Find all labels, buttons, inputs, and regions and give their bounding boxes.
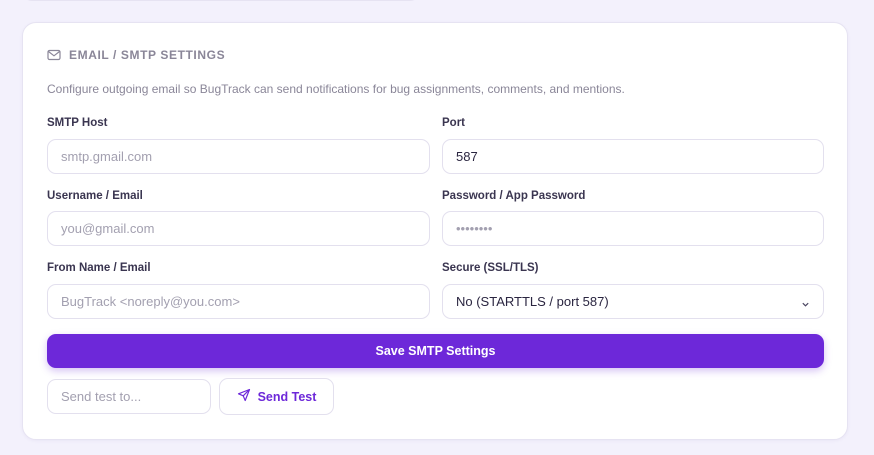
section-title: EMAIL / SMTP SETTINGS [69,48,226,62]
from-input[interactable] [47,284,430,319]
save-smtp-button[interactable]: Save SMTP Settings [47,334,824,368]
smtp-host-input[interactable] [47,139,430,174]
section-description: Configure outgoing email so BugTrack can… [47,82,625,96]
mail-icon [47,49,61,61]
send-test-label: Send Test [257,389,317,404]
send-icon [237,388,251,405]
smtp-settings-card: EMAIL / SMTP SETTINGS Configure outgoing… [22,22,848,440]
section-header: EMAIL / SMTP SETTINGS [47,48,225,62]
port-label: Port [442,117,465,129]
username-label: Username / Email [47,190,143,202]
previous-card [22,0,420,1]
secure-select-value: No (STARTTLS / port 587) [456,294,609,309]
chevron-down-icon [801,297,810,312]
send-test-button[interactable]: Send Test [219,378,334,415]
smtp-host-label: SMTP Host [47,117,108,129]
password-label: Password / App Password [442,190,586,202]
test-email-input[interactable] [47,379,211,414]
secure-label: Secure (SSL/TLS) [442,262,539,274]
password-input[interactable] [442,211,824,246]
port-input[interactable] [442,139,824,174]
secure-select[interactable]: No (STARTTLS / port 587) [442,284,824,319]
username-input[interactable] [47,211,430,246]
from-label: From Name / Email [47,262,151,274]
